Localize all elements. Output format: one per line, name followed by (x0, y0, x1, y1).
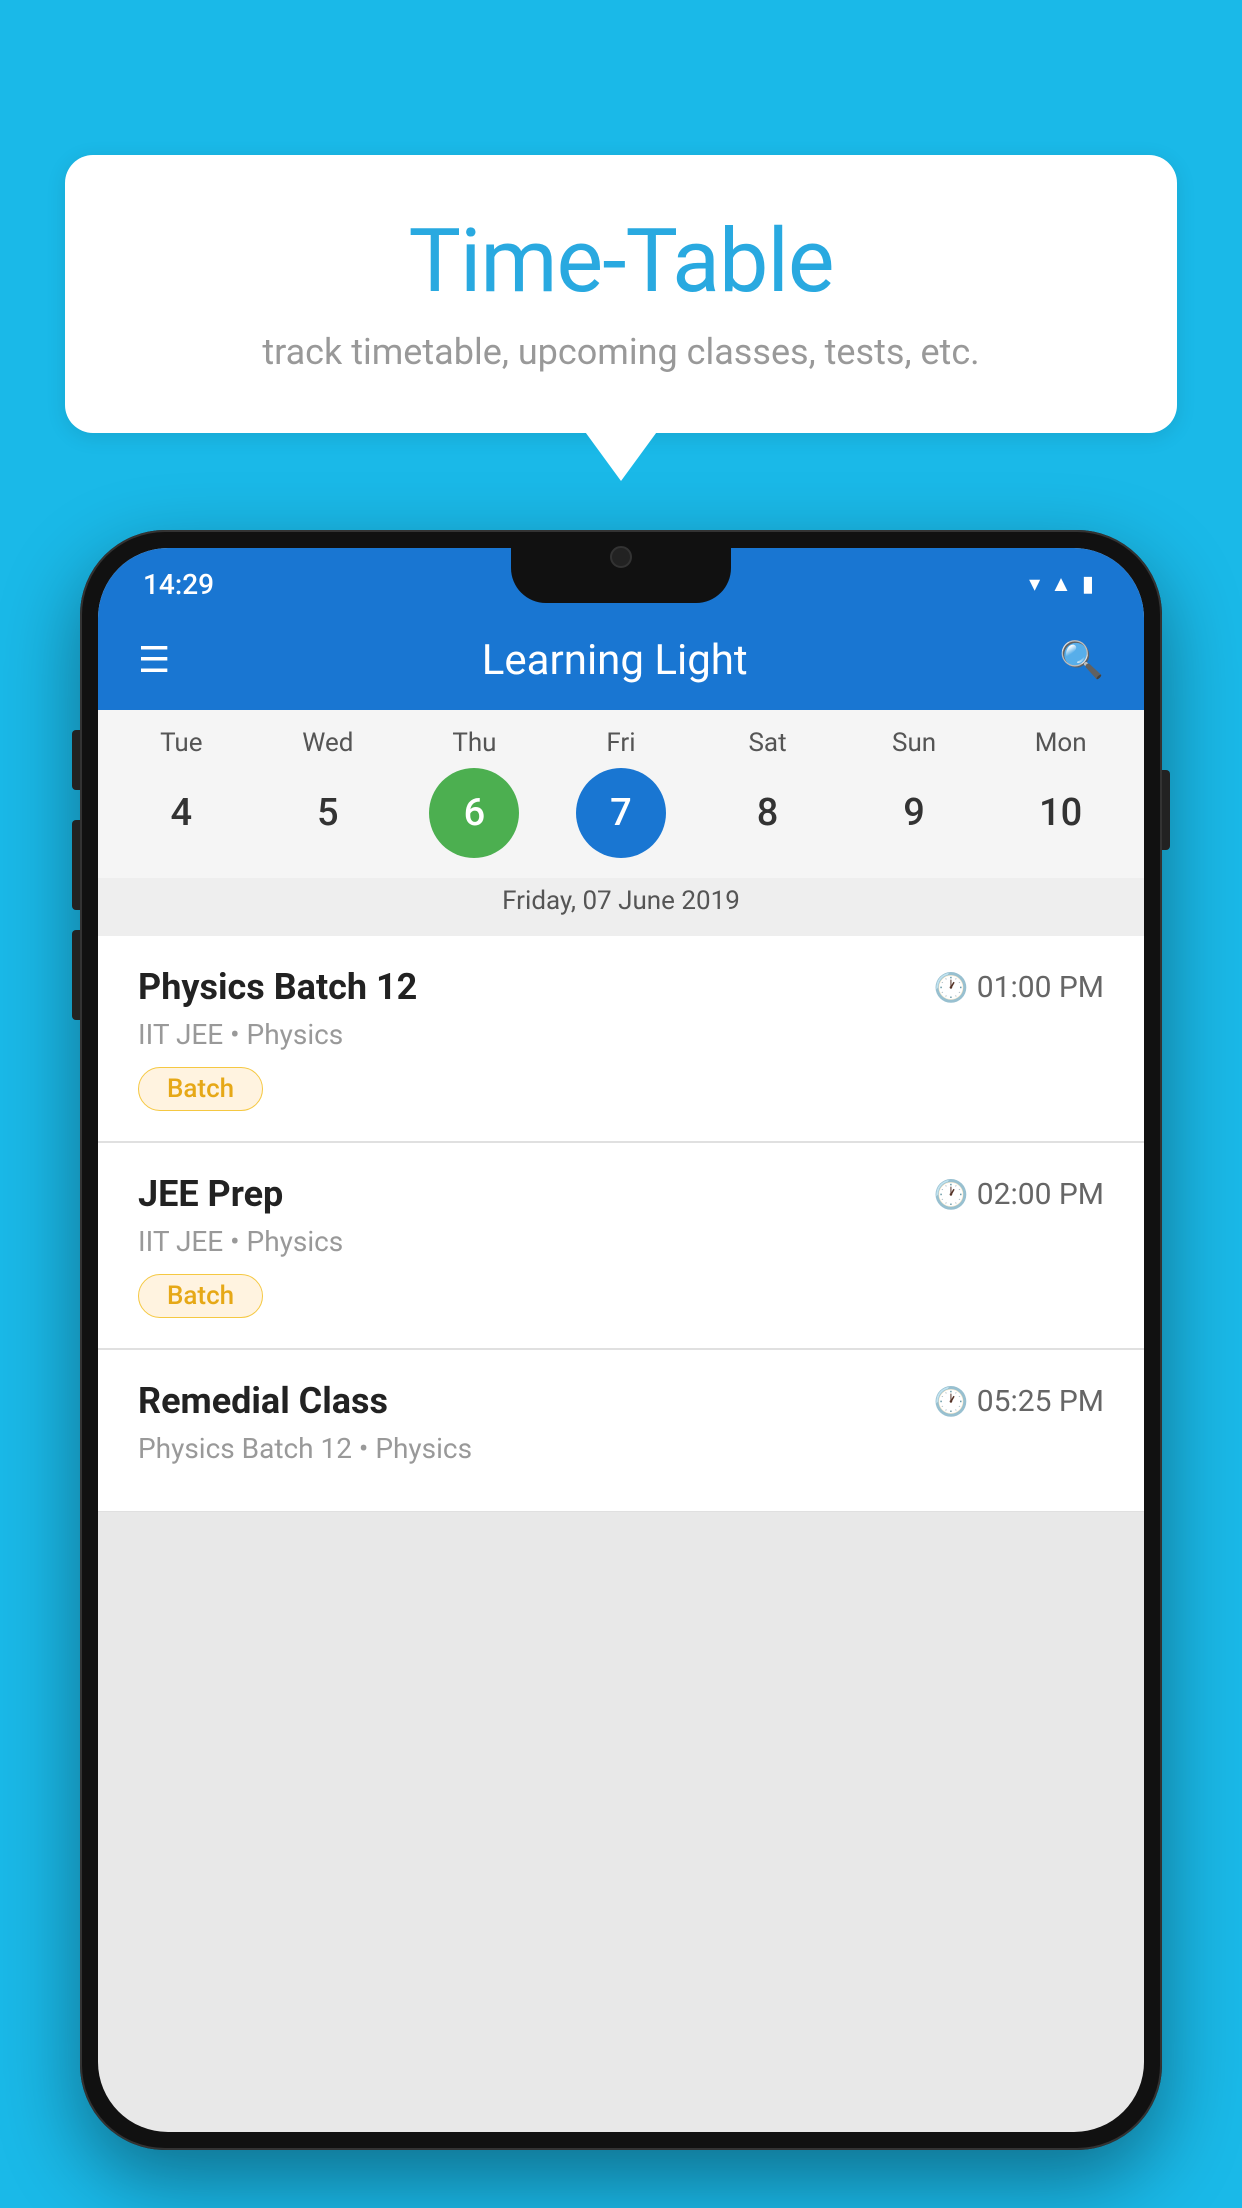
class-time-text-3: 05:25 PM (977, 1384, 1104, 1419)
class-time-2: 🕐 02:00 PM (934, 1177, 1104, 1212)
day-6-today[interactable]: 6 (429, 768, 519, 858)
batch-tag-1: Batch (138, 1067, 263, 1111)
bubble-subtitle: track timetable, upcoming classes, tests… (125, 331, 1117, 373)
phone-frame: 14:29 ▾ ▲ ▮ ☰ Learning Light 🔍 Tue Wed T… (80, 530, 1162, 2150)
class-item-jee-prep[interactable]: JEE Prep 🕐 02:00 PM IIT JEE • Physics Ba… (98, 1143, 1144, 1349)
clock-icon-1: 🕐 (934, 971, 969, 1004)
class-item-header-2: JEE Prep 🕐 02:00 PM (138, 1173, 1104, 1215)
clock-icon-3: 🕐 (934, 1385, 969, 1418)
day-label-thu: Thu (429, 728, 519, 758)
day-label-wed: Wed (283, 728, 373, 758)
wifi-icon: ▾ (1029, 572, 1040, 597)
phone-button-vol-down (72, 930, 80, 1020)
clock-icon-2: 🕐 (934, 1178, 969, 1211)
class-list: Physics Batch 12 🕐 01:00 PM IIT JEE • Ph… (98, 936, 1144, 1512)
batch-tag-2: Batch (138, 1274, 263, 1318)
day-label-tue: Tue (136, 728, 226, 758)
class-meta-1: IIT JEE • Physics (138, 1018, 1104, 1051)
speech-bubble-container: Time-Table track timetable, upcoming cla… (65, 155, 1177, 433)
search-icon[interactable]: 🔍 (1059, 639, 1104, 681)
day-label-mon: Mon (1016, 728, 1106, 758)
phone-button-vol-up (72, 820, 80, 910)
calendar-strip: Tue Wed Thu Fri Sat Sun Mon 4 5 6 7 8 9 … (98, 710, 1144, 936)
app-bar-title: Learning Light (170, 636, 1059, 685)
day-7-selected[interactable]: 7 (576, 768, 666, 858)
class-item-remedial[interactable]: Remedial Class 🕐 05:25 PM Physics Batch … (98, 1350, 1144, 1512)
class-item-header-1: Physics Batch 12 🕐 01:00 PM (138, 966, 1104, 1008)
hamburger-icon[interactable]: ☰ (138, 642, 170, 678)
phone-camera (610, 546, 632, 568)
class-meta-2: IIT JEE • Physics (138, 1225, 1104, 1258)
class-meta-3: Physics Batch 12 • Physics (138, 1432, 1104, 1465)
class-name-3: Remedial Class (138, 1380, 388, 1422)
day-4[interactable]: 4 (136, 768, 226, 858)
class-time-1: 🕐 01:00 PM (934, 970, 1104, 1005)
day-label-fri: Fri (576, 728, 666, 758)
class-time-text-1: 01:00 PM (977, 970, 1104, 1005)
day-label-sat: Sat (723, 728, 813, 758)
status-time: 14:29 (143, 568, 214, 601)
phone-screen: 14:29 ▾ ▲ ▮ ☰ Learning Light 🔍 Tue Wed T… (98, 548, 1144, 2132)
class-time-text-2: 02:00 PM (977, 1177, 1104, 1212)
class-item-header-3: Remedial Class 🕐 05:25 PM (138, 1380, 1104, 1422)
phone-button-silent (72, 730, 80, 790)
battery-icon: ▮ (1082, 572, 1094, 597)
class-time-3: 🕐 05:25 PM (934, 1384, 1104, 1419)
day-10[interactable]: 10 (1016, 768, 1106, 858)
app-bar: ☰ Learning Light 🔍 (98, 610, 1144, 710)
day-9[interactable]: 9 (869, 768, 959, 858)
bubble-title: Time-Table (125, 210, 1117, 313)
class-item-physics-batch-12[interactable]: Physics Batch 12 🕐 01:00 PM IIT JEE • Ph… (98, 936, 1144, 1142)
class-name-1: Physics Batch 12 (138, 966, 417, 1008)
class-name-2: JEE Prep (138, 1173, 283, 1215)
day-label-sun: Sun (869, 728, 959, 758)
day-headers: Tue Wed Thu Fri Sat Sun Mon (98, 728, 1144, 768)
day-5[interactable]: 5 (283, 768, 373, 858)
day-numbers: 4 5 6 7 8 9 10 (98, 768, 1144, 878)
day-8[interactable]: 8 (723, 768, 813, 858)
speech-bubble: Time-Table track timetable, upcoming cla… (65, 155, 1177, 433)
signal-icon: ▲ (1050, 571, 1072, 597)
phone-button-power (1162, 770, 1170, 850)
phone-container: 14:29 ▾ ▲ ▮ ☰ Learning Light 🔍 Tue Wed T… (80, 530, 1162, 2208)
selected-date-label: Friday, 07 June 2019 (98, 878, 1144, 936)
status-icons: ▾ ▲ ▮ (1029, 571, 1094, 597)
